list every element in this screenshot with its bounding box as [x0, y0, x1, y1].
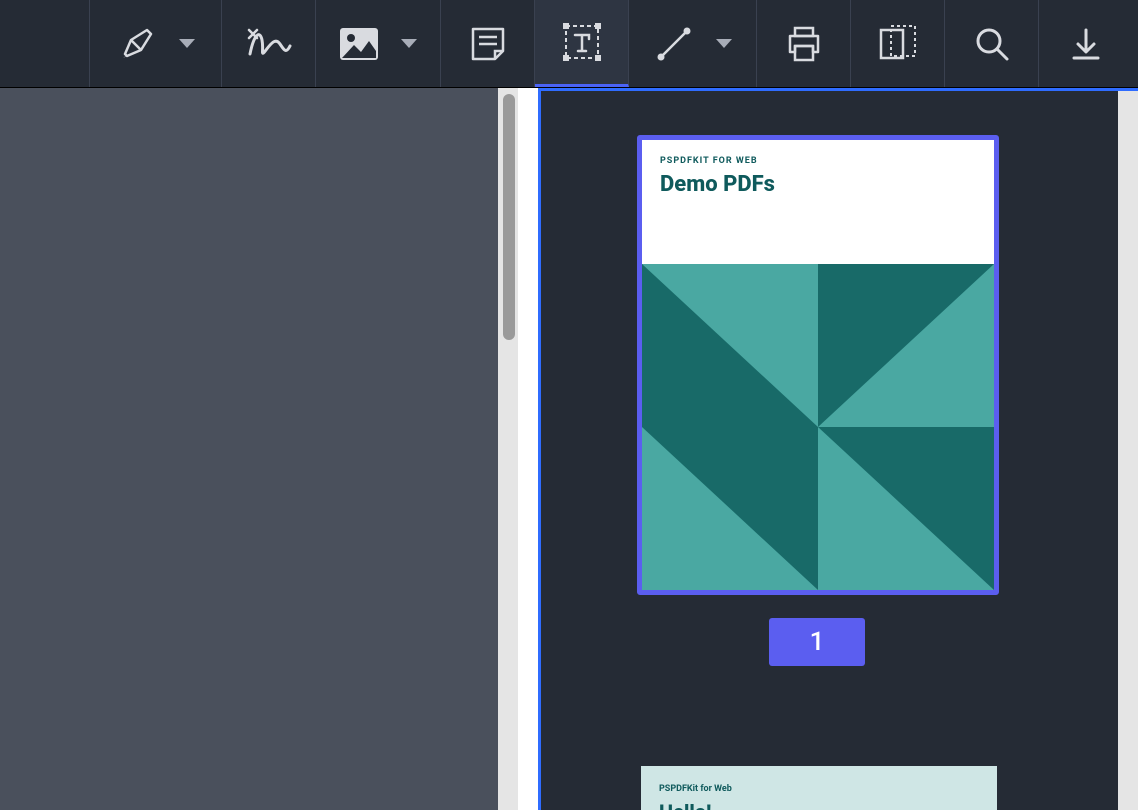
- text-box-icon: [561, 21, 603, 63]
- thumbnail-page-label-1: 1: [769, 618, 865, 666]
- line-icon: [654, 24, 694, 64]
- document-editor-icon: [877, 24, 919, 64]
- thumbnail-pane: PSPDFKIT FOR WEB Demo PDFs 1: [538, 88, 1138, 810]
- chevron-down-icon: [716, 39, 732, 48]
- thumbnail-page-1[interactable]: PSPDFKIT FOR WEB Demo PDFs: [637, 135, 999, 595]
- chevron-down-icon: [179, 39, 195, 48]
- image-tool[interactable]: [316, 0, 441, 87]
- page1-pattern: [642, 264, 994, 590]
- highlighter-icon: [117, 24, 157, 64]
- print-tool[interactable]: [757, 0, 851, 87]
- signature-icon: [246, 24, 292, 64]
- toolbar-left-spacer: [0, 0, 90, 87]
- note-icon: [469, 25, 507, 63]
- download-tool[interactable]: [1039, 0, 1133, 87]
- download-icon: [1066, 24, 1106, 64]
- page1-kicker: PSPDFKIT FOR WEB: [660, 156, 976, 166]
- left-scrollbar[interactable]: [498, 88, 518, 810]
- text-tool[interactable]: [535, 0, 629, 87]
- search-tool[interactable]: [945, 0, 1039, 87]
- page1-title: Demo PDFs: [660, 172, 976, 197]
- line-tool[interactable]: [629, 0, 757, 87]
- right-scrollbar[interactable]: [1118, 91, 1138, 810]
- document-editor-tool[interactable]: [851, 0, 945, 87]
- toolbar: [0, 0, 1138, 88]
- page2-title: Hello!: [659, 800, 711, 810]
- print-icon: [784, 24, 824, 64]
- pane-divider[interactable]: [518, 88, 538, 810]
- image-icon: [339, 27, 379, 61]
- signature-tool[interactable]: [222, 0, 316, 87]
- main-area: PSPDFKIT FOR WEB Demo PDFs 1: [0, 88, 1138, 810]
- thumbnail-page-2[interactable]: PSPDFKit for Web Hello!: [641, 766, 997, 810]
- page2-kicker: PSPDFKit for Web: [659, 784, 732, 794]
- highlighter-tool[interactable]: [90, 0, 222, 87]
- chevron-down-icon: [401, 39, 417, 48]
- left-scrollbar-thumb[interactable]: [503, 94, 515, 340]
- document-viewer-pane: [0, 88, 518, 810]
- search-icon: [972, 24, 1012, 64]
- note-tool[interactable]: [441, 0, 535, 87]
